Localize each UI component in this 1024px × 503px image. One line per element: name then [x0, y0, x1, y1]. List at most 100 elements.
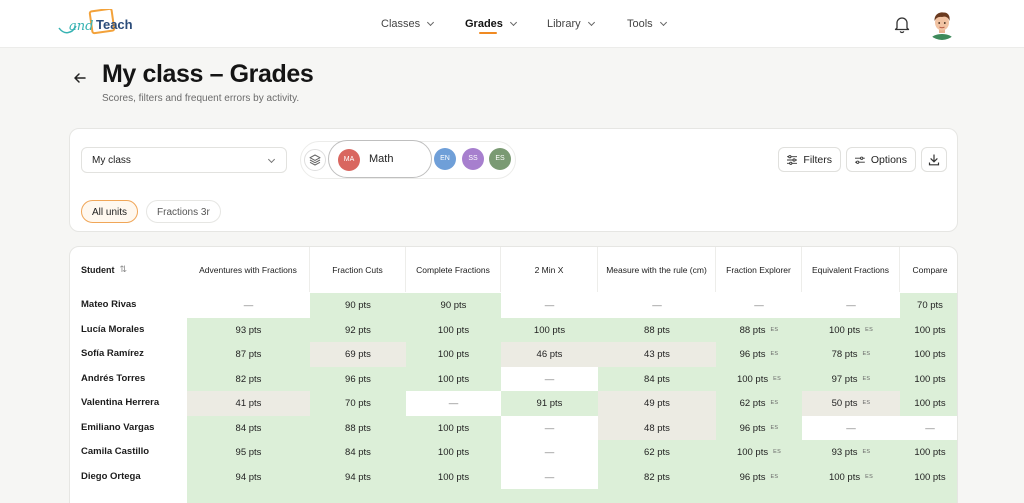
subject-english[interactable]: EN: [434, 148, 456, 170]
grade-cell[interactable]: —: [802, 416, 900, 441]
grade-cell[interactable]: 100 pts: [406, 342, 501, 367]
student-name[interactable]: Mateo Rivas: [81, 293, 136, 317]
grade-cell[interactable]: —: [802, 293, 900, 318]
grade-cell[interactable]: 88 pts ES: [716, 318, 802, 343]
grade-cell[interactable]: 100 pts: [900, 391, 957, 416]
grade-cell[interactable]: 88 pts: [310, 416, 406, 441]
grade-cell[interactable]: 92 pts: [310, 318, 406, 343]
grade-cell[interactable]: 100 pts: [406, 367, 501, 392]
grade-cell[interactable]: 90 pts: [310, 293, 406, 318]
grade-cell[interactable]: —: [187, 293, 310, 318]
student-name[interactable]: Lucía Morales: [81, 318, 144, 342]
grade-cell[interactable]: 100 pts: [900, 342, 957, 367]
grade-cell[interactable]: 96 pts ES: [716, 342, 802, 367]
grade-cell[interactable]: 82 pts: [187, 367, 310, 392]
grade-cell[interactable]: 43 pts: [598, 342, 716, 367]
subject-spanish[interactable]: ES: [489, 148, 511, 170]
grade-cell[interactable]: 96 pts ES: [716, 416, 802, 441]
grade-cell[interactable]: 48 pts: [598, 416, 716, 441]
column-header[interactable]: Complete Fractions: [406, 247, 501, 292]
grade-cell[interactable]: [900, 489, 957, 503]
download-button[interactable]: [921, 147, 947, 172]
column-header[interactable]: Compare: [900, 247, 957, 292]
grade-cell[interactable]: —: [716, 293, 802, 318]
grade-cell[interactable]: 50 pts ES: [802, 391, 900, 416]
class-select[interactable]: My class: [81, 147, 287, 173]
grade-cell[interactable]: 100 pts: [900, 367, 957, 392]
grade-cell[interactable]: 84 pts: [598, 367, 716, 392]
grade-cell[interactable]: 95 pts: [187, 440, 310, 465]
grade-cell[interactable]: 93 pts ES: [802, 440, 900, 465]
grade-cell[interactable]: [802, 489, 900, 503]
grade-cell[interactable]: —: [501, 367, 598, 392]
grade-cell[interactable]: —: [406, 391, 501, 416]
grade-cell[interactable]: —: [501, 416, 598, 441]
grade-cell[interactable]: 100 pts: [900, 465, 957, 490]
grade-cell[interactable]: 91 pts: [501, 391, 598, 416]
student-name[interactable]: Sofía Ramírez: [81, 342, 144, 366]
grade-cell[interactable]: 100 pts: [406, 416, 501, 441]
grade-cell[interactable]: 93 pts: [187, 318, 310, 343]
grade-cell[interactable]: 100 pts: [900, 318, 957, 343]
back-arrow-icon[interactable]: [72, 70, 88, 86]
grade-cell[interactable]: 78 pts ES: [802, 342, 900, 367]
grade-cell[interactable]: —: [501, 293, 598, 318]
student-name[interactable]: Andrés Torres: [81, 367, 145, 391]
sort-icon[interactable]: ⇅: [120, 264, 128, 275]
column-header[interactable]: Fraction Explorer: [716, 247, 802, 292]
unit-chip-all[interactable]: All units: [81, 200, 139, 223]
grade-cell[interactable]: 100 pts: [501, 318, 598, 343]
brand-logo[interactable]: and Teach: [58, 9, 140, 39]
student-name[interactable]: Diego Ortega: [81, 465, 141, 489]
grade-cell[interactable]: 46 pts: [501, 342, 598, 367]
grade-cell[interactable]: 96 pts ES: [716, 465, 802, 490]
grade-cell[interactable]: 49 pts: [598, 391, 716, 416]
grade-cell[interactable]: [310, 489, 406, 503]
column-header[interactable]: Adventures with Fractions: [187, 247, 310, 292]
unit-chip-fractions[interactable]: Fractions 3r: [146, 200, 221, 223]
nav-grades[interactable]: Grades: [465, 0, 517, 48]
grade-cell[interactable]: 82 pts: [598, 465, 716, 490]
grade-cell[interactable]: 70 pts: [900, 293, 957, 318]
student-name[interactable]: Valentina Herrera: [81, 391, 159, 415]
grade-cell[interactable]: 84 pts: [310, 440, 406, 465]
grade-cell[interactable]: [716, 489, 802, 503]
student-name[interactable]: Emiliano Vargas: [81, 416, 154, 440]
grade-cell[interactable]: [501, 489, 598, 503]
grade-cell[interactable]: 90 pts: [406, 293, 501, 318]
grade-cell[interactable]: 100 pts: [406, 440, 501, 465]
subject-social-studies[interactable]: SS: [462, 148, 484, 170]
grade-cell[interactable]: 100 pts: [406, 465, 501, 490]
grade-cell[interactable]: 100 pts: [406, 318, 501, 343]
nav-tools[interactable]: Tools: [627, 0, 667, 48]
grade-cell[interactable]: 87 pts: [187, 342, 310, 367]
grade-cell[interactable]: 94 pts: [187, 465, 310, 490]
grade-cell[interactable]: 84 pts: [187, 416, 310, 441]
grade-cell[interactable]: —: [501, 440, 598, 465]
bell-icon[interactable]: [893, 14, 911, 34]
grade-cell[interactable]: —: [598, 293, 716, 318]
user-avatar[interactable]: [926, 8, 958, 40]
nav-classes[interactable]: Classes: [381, 0, 435, 48]
grade-cell[interactable]: 88 pts: [598, 318, 716, 343]
grade-cell[interactable]: 94 pts: [310, 465, 406, 490]
grade-cell[interactable]: 70 pts: [310, 391, 406, 416]
column-header[interactable]: 2 Min X: [501, 247, 598, 292]
grade-cell[interactable]: 62 pts ES: [716, 391, 802, 416]
grade-cell[interactable]: 96 pts: [310, 367, 406, 392]
grade-cell[interactable]: 100 pts ES: [802, 318, 900, 343]
grade-cell[interactable]: 100 pts: [900, 440, 957, 465]
grade-cell[interactable]: 100 pts ES: [802, 465, 900, 490]
grade-cell[interactable]: —: [900, 416, 957, 441]
grade-cell[interactable]: 69 pts: [310, 342, 406, 367]
grade-cell[interactable]: 41 pts: [187, 391, 310, 416]
layers-icon[interactable]: [304, 149, 326, 171]
grade-cell[interactable]: [598, 489, 716, 503]
filters-button[interactable]: Filters: [778, 147, 841, 172]
grade-cell[interactable]: —: [501, 465, 598, 490]
grade-cell[interactable]: [187, 489, 310, 503]
grade-cell[interactable]: 62 pts: [598, 440, 716, 465]
student-column-header[interactable]: Student ⇅: [70, 247, 187, 292]
grade-cell[interactable]: 97 pts ES: [802, 367, 900, 392]
grade-cell[interactable]: 100 pts ES: [716, 367, 802, 392]
